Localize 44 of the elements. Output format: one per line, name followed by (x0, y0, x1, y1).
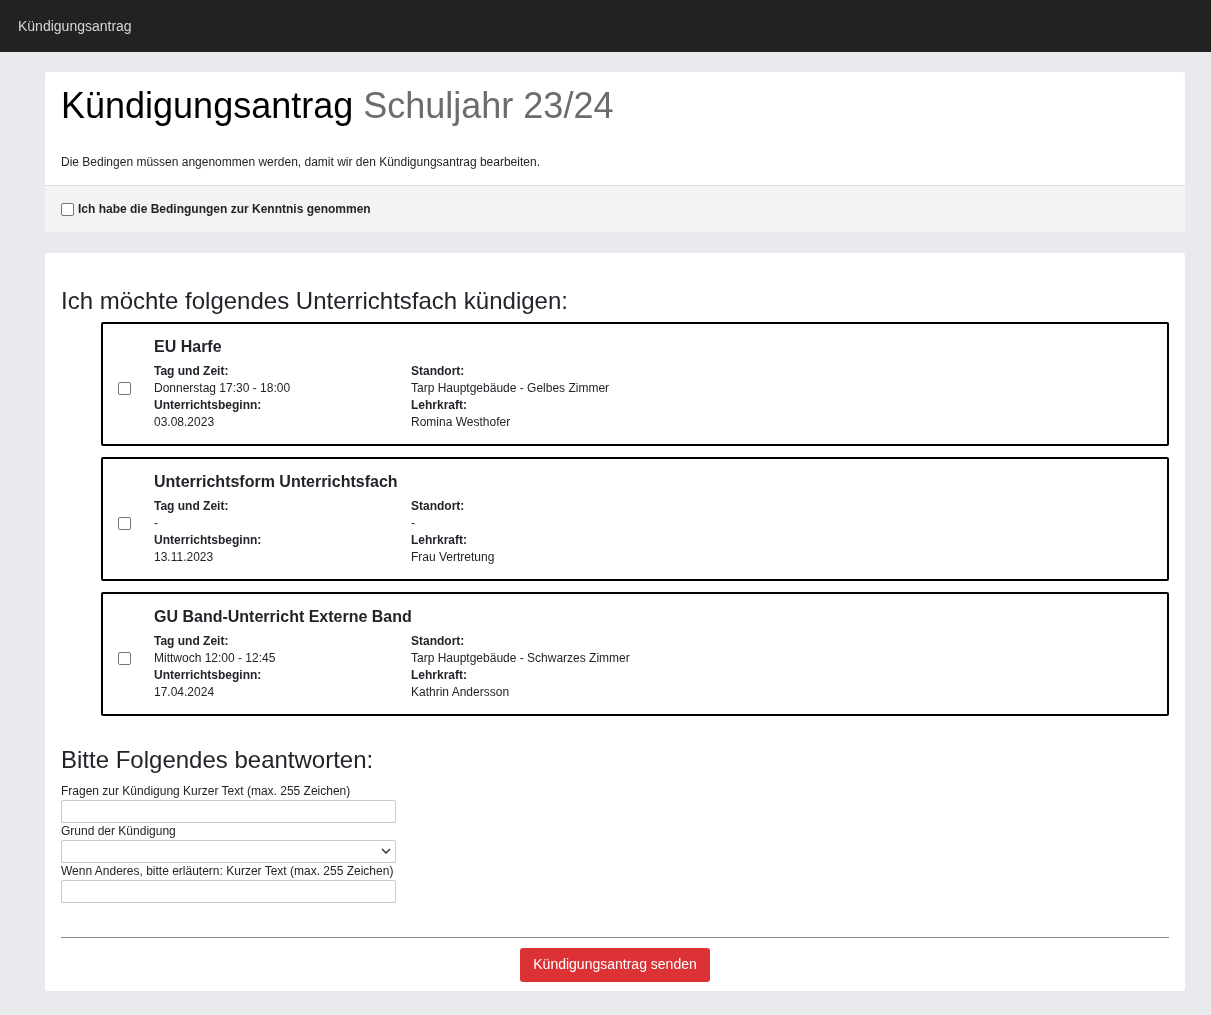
text-input-field[interactable] (61, 799, 396, 823)
field-label: Grund der Kündigung (61, 822, 177, 840)
field-label: Lehrkraft: (411, 532, 468, 549)
subject-title: GU Band-Unterricht Externe Band (154, 607, 413, 627)
checkbox[interactable] (118, 517, 131, 530)
field-value: Mittwoch 12:00 - 12:45 (154, 650, 277, 667)
field-value: - (154, 515, 159, 532)
field-label: Standort: (411, 633, 466, 650)
field-value: Kathrin Andersson (411, 684, 511, 701)
notice-text: Die Bedingen müssen angenommen werden, damit wir den Kündigungsantrag bearbeiten. (61, 154, 541, 172)
submit-button[interactable]: Kündigungsantrag senden (520, 947, 710, 982)
field-label: Tag und Zeit: (154, 498, 230, 515)
section-heading: Bitte Folgendes beantworten: (61, 746, 375, 775)
field-value: 03.08.2023 (154, 414, 216, 431)
field-value: Donnerstag 17:30 - 18:00 (154, 380, 292, 397)
subject-title: Unterrichtsform Unterrichtsfach (154, 472, 399, 492)
field-value: 17.04.2024 (154, 684, 216, 701)
checkbox[interactable] (118, 382, 131, 395)
field-label: Standort: (411, 498, 466, 515)
field-label: Unterrichtsbeginn: (154, 397, 263, 414)
section-heading: Ich möchte folgendes Unterrichtsfach kündigen: (61, 287, 569, 316)
field-label: Fragen zur Kündigung Kurzer Text (max. 255 Zeichen) (61, 782, 352, 800)
field-value: 13.11.2023 (154, 549, 215, 566)
text-input-field[interactable] (61, 879, 396, 903)
field-label: Unterrichtsbeginn: (154, 532, 263, 549)
field-label: Unterrichtsbeginn: (154, 667, 263, 684)
field-label: Lehrkraft: (411, 397, 468, 414)
field-label: Tag und Zeit: (154, 363, 230, 380)
checkbox[interactable] (118, 652, 131, 665)
field-label: Tag und Zeit: (154, 633, 230, 650)
chevron-down-icon (381, 847, 391, 855)
terms-label[interactable]: Ich habe die Bedingungen zur Kenntnis genommen (78, 200, 371, 219)
field-label: Lehrkraft: (411, 667, 468, 684)
field-value: Tarp Hauptgebäude - Schwarzes Zimmer (411, 650, 631, 667)
page-title: Kündigungsantrag Schuljahr 23/24 (61, 84, 615, 128)
field-value: Romina Westhofer (411, 414, 512, 431)
navbar-title[interactable]: Kündigungsantrag (18, 15, 132, 37)
field-value: - (411, 515, 416, 532)
subject-title: EU Harfe (154, 337, 223, 357)
checkbox[interactable] (61, 202, 74, 216)
field-value: Frau Vertretung (411, 549, 496, 566)
field-value: Tarp Hauptgebäude - Gelbes Zimmer (411, 380, 611, 397)
field-label: Wenn Anderes, bitte erläutern: Kurzer Text (max. 255 Zeichen) (61, 862, 395, 880)
field-label: Standort: (411, 363, 466, 380)
